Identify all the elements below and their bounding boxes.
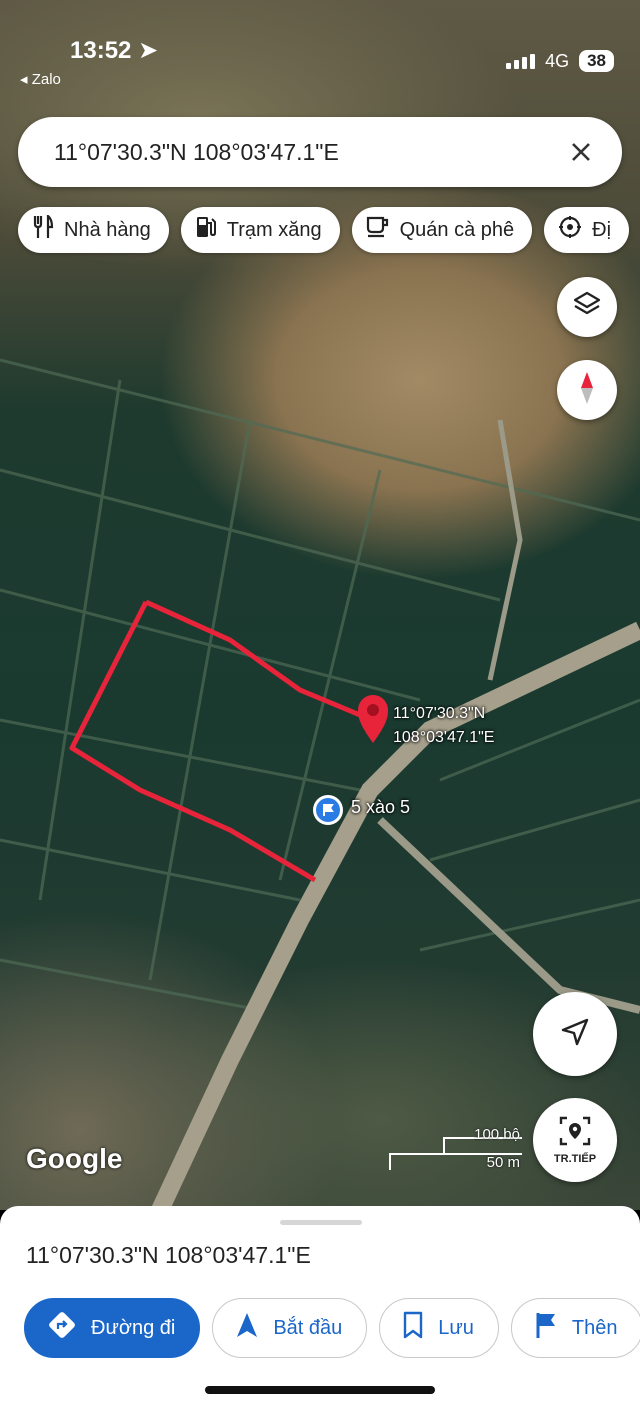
live-view-label: TR.TIẾP <box>553 1152 597 1165</box>
chip-attractions[interactable]: Đị <box>544 207 630 253</box>
chip-label: Nhà hàng <box>64 218 151 241</box>
attraction-icon <box>558 215 582 245</box>
bookmark-icon <box>402 1311 424 1345</box>
land-outline <box>69 599 373 883</box>
live-view-icon <box>559 1116 591 1151</box>
network-type: 4G <box>545 50 570 71</box>
directions-icon <box>47 1310 77 1346</box>
save-label: Lưu <box>438 1316 474 1339</box>
chip-restaurants[interactable]: Nhà hàng <box>18 207 169 253</box>
status-indicators: 4G 38 <box>506 50 614 72</box>
directions-label: Đường đi <box>91 1316 176 1339</box>
search-bar[interactable]: 11°07'30.3"N 108°03'47.1"E <box>18 117 622 187</box>
coffee-icon <box>366 216 390 244</box>
signal-icon <box>506 53 536 69</box>
pin-longitude: 108°03'47.1"E <box>393 729 495 746</box>
restaurant-icon <box>32 213 54 245</box>
my-location-button[interactable] <box>533 992 617 1076</box>
google-logo: Google <box>26 1143 123 1174</box>
flag-label[interactable]: 5 xào 5 <box>351 797 410 818</box>
flag-marker[interactable] <box>313 795 343 825</box>
layers-icon <box>572 290 602 325</box>
chip-label: Quán cà phê <box>399 218 515 241</box>
navigation-arrow-icon <box>560 1017 590 1052</box>
save-button[interactable]: Lưu <box>379 1298 499 1358</box>
flag-icon <box>316 798 340 822</box>
place-title: 11°07'30.3"N 108°03'47.1"E <box>26 1242 311 1268</box>
location-pin-icon <box>358 695 388 743</box>
search-query[interactable]: 11°07'30.3"N 108°03'47.1"E <box>54 139 566 166</box>
gas-station-icon <box>195 215 217 245</box>
category-chips: Nhà hàng Trạm xăng Quán cà phê Đị <box>18 207 630 253</box>
sheet-drag-handle[interactable] <box>280 1220 362 1225</box>
add-label-button[interactable]: Thên <box>510 1298 640 1358</box>
compass-button[interactable] <box>557 360 617 420</box>
compass-icon <box>577 371 597 410</box>
chip-coffee[interactable]: Quán cà phê <box>351 207 533 253</box>
pin-latitude: 11°07'30.3"N <box>393 705 486 722</box>
status-time: 13:52 ➤ <box>70 37 159 64</box>
flag-icon <box>534 1311 558 1345</box>
live-view-button[interactable]: TR.TIẾP <box>533 1098 617 1182</box>
start-button[interactable]: Bắt đầu <box>212 1298 368 1358</box>
close-icon[interactable] <box>566 137 596 167</box>
pin-coordinates-label: 11°07'30.3"N 108°03'47.1"E <box>393 702 494 750</box>
chip-label: Đị <box>592 218 612 241</box>
start-label: Bắt đầu <box>273 1316 343 1339</box>
battery-icon: 38 <box>579 50 614 72</box>
map-scale: 100 bộ 50 m <box>388 1124 524 1176</box>
chip-label: Trạm xăng <box>226 218 322 241</box>
scale-imperial: 100 bộ <box>474 1126 520 1143</box>
place-bottom-sheet[interactable]: 11°07'30.3"N 108°03'47.1"E Đường đi Bắt … <box>0 1206 640 1422</box>
back-to-app[interactable]: ◂ Zalo <box>20 70 61 88</box>
action-buttons: Đường đi Bắt đầu Lưu Thên <box>24 1298 640 1358</box>
navigation-arrow-icon <box>235 1311 259 1345</box>
chip-gas-stations[interactable]: Trạm xăng <box>180 207 340 253</box>
scale-metric: 50 m <box>486 1154 520 1171</box>
layers-button[interactable] <box>557 277 617 337</box>
location-arrow-icon: ➤ <box>138 37 159 64</box>
directions-button[interactable]: Đường đi <box>24 1298 201 1358</box>
home-indicator <box>205 1386 435 1394</box>
add-label-label: Thên <box>571 1316 618 1339</box>
